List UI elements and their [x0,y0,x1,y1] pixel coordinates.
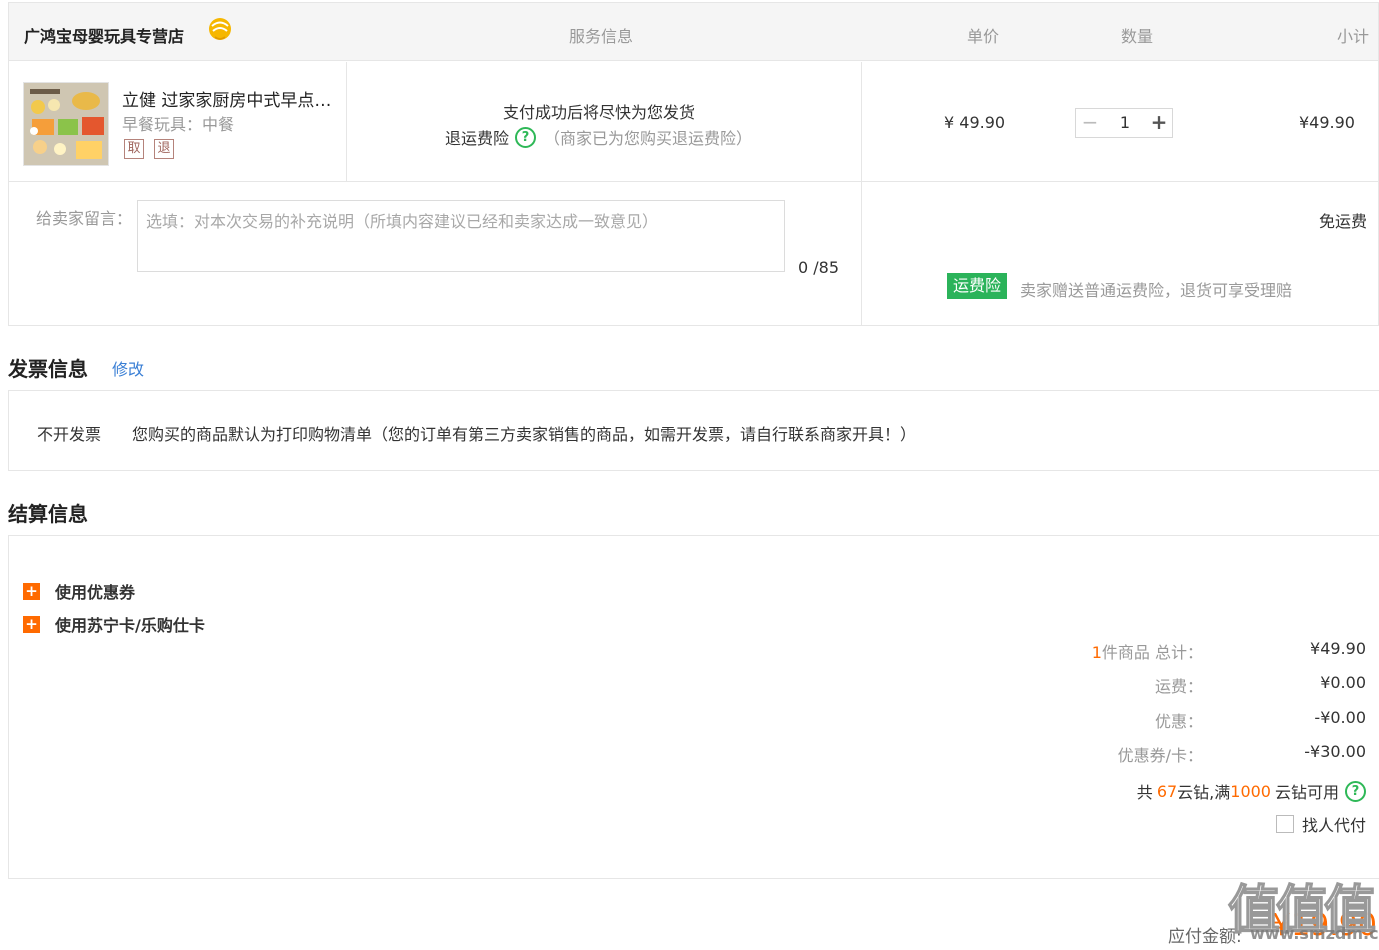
order-item-row: 立健 过家家厨房中式早点套装 早餐玩具：中餐 取 退 支付成功后将尽快为您发货 … [9,62,1378,182]
tag-pickup: 取 [124,139,144,159]
proxy-pay-label[interactable]: 找人代付 [1302,812,1366,836]
items-total-label-text: 件商品 总计： [1101,643,1203,662]
return-insurance-line: 退运费险 ? （商家已为您购买退运费险） [445,125,752,149]
message-char-counter: 0 /85 [798,258,840,277]
settlement-section-title: 结算信息 [8,502,88,526]
free-shipping-text: 免运费 [1319,212,1368,231]
product-spec: 早餐玩具：中餐 [122,115,235,134]
invoice-type: 不开发票 [37,425,102,444]
proxy-pay-checkbox[interactable] [1275,815,1294,833]
product-title[interactable]: 立健 过家家厨房中式早点套装 [122,86,346,111]
item-count: 1 [1091,643,1102,662]
invoice-panel: 不开发票 您购买的商品默认为打印购物清单（您的订单有第三方卖家销售的商品，如需开… [8,390,1379,471]
use-suning-card-option[interactable]: + 使用苏宁卡/乐购仕卡 [23,612,205,636]
store-name[interactable]: 广鸿宝母婴玩具专营店 [24,23,184,47]
expand-plus-icon[interactable]: + [23,582,40,600]
shipping-insurance-gift-text: 卖家赠送普通运费险，退货可享受理赔 [1020,281,1293,300]
settlement-panel: + 使用优惠券 + 使用苏宁卡/乐购仕卡 1件商品 总计： ¥49.90 运费：… [8,535,1379,879]
item-subtotal: ¥49.90 [1299,113,1355,132]
unit-price: ¥ 49.90 [944,113,1006,132]
quantity-decrease-button[interactable]: − [1076,109,1104,137]
discount-value: -¥0.00 [1314,708,1366,727]
help-icon[interactable]: ? [1345,780,1366,802]
tag-return: 退 [154,139,174,159]
invoice-edit-link[interactable]: 修改 [112,356,144,380]
discount-label: 优惠： [1154,712,1203,731]
expand-plus-icon[interactable]: + [23,615,40,633]
shipping-insurance-badge: 运费险 [947,273,1008,299]
return-insurance-label: 退运费险 [445,129,510,148]
shipping-note: 支付成功后将尽快为您发货 [503,103,696,122]
store-badge-icon [209,18,231,40]
yunzuan-middle: 云钻,满 [1177,783,1231,802]
column-header-unit-price: 单价 [967,27,1000,46]
yunzuan-points-line: 共 67 云钻,满 1000 云钻可用 ? [1137,779,1366,803]
order-header: 广鸿宝母婴玩具专营店 服务信息 单价 数量 小计 [9,3,1378,61]
items-total-label: 1件商品 总计： [903,639,1203,663]
invoice-description: 您购买的商品默认为打印购物清单（您的订单有第三方卖家销售的商品，如需开发票，请自… [132,425,917,444]
items-total-value: ¥49.90 [1310,639,1366,658]
help-icon[interactable]: ? [515,126,537,148]
column-header-subtotal: 小计 [1337,27,1370,46]
shipping-fee-label: 运费： [1154,677,1203,696]
divider [346,62,347,182]
seller-message-row: 给卖家留言： 0 /85 免运费 运费险 卖家赠送普通运费险，退货可享受理赔 [9,182,1378,326]
yunzuan-prefix: 共 [1136,783,1153,802]
quantity-stepper: − 1 + [1075,108,1173,138]
use-coupon-option[interactable]: + 使用优惠券 [23,579,135,603]
coupon-card-value: -¥30.00 [1304,742,1366,761]
yunzuan-amount: 67 [1156,781,1178,801]
shipping-fee-value: ¥0.00 [1320,673,1366,692]
yunzuan-suffix: 云钻可用 [1274,783,1339,802]
proxy-pay-option[interactable]: 找人代付 [1275,812,1366,836]
coupon-card-label: 优惠券/卡： [1117,746,1203,765]
watermark-url: www.smzdm.com [1250,924,1379,943]
product-thumbnail[interactable] [23,82,109,166]
use-suning-card-label[interactable]: 使用苏宁卡/乐购仕卡 [55,612,205,636]
invoice-section-title: 发票信息 [8,357,88,381]
quantity-increase-button[interactable]: + [1146,109,1172,137]
use-coupon-label[interactable]: 使用优惠券 [55,579,135,603]
column-header-service: 服务信息 [569,27,634,46]
column-header-quantity: 数量 [1121,27,1154,46]
order-panel: 广鸿宝母婴玩具专营店 服务信息 单价 数量 小计 立健 过家家厨房中式早点套装 … [8,2,1379,326]
seller-message-label: 给卖家留言： [36,209,133,228]
return-insurance-note: （商家已为您购买退运费险） [544,129,753,148]
quantity-input[interactable]: 1 [1104,109,1146,137]
yunzuan-threshold: 1000 [1230,781,1271,801]
seller-message-input[interactable] [137,200,785,272]
